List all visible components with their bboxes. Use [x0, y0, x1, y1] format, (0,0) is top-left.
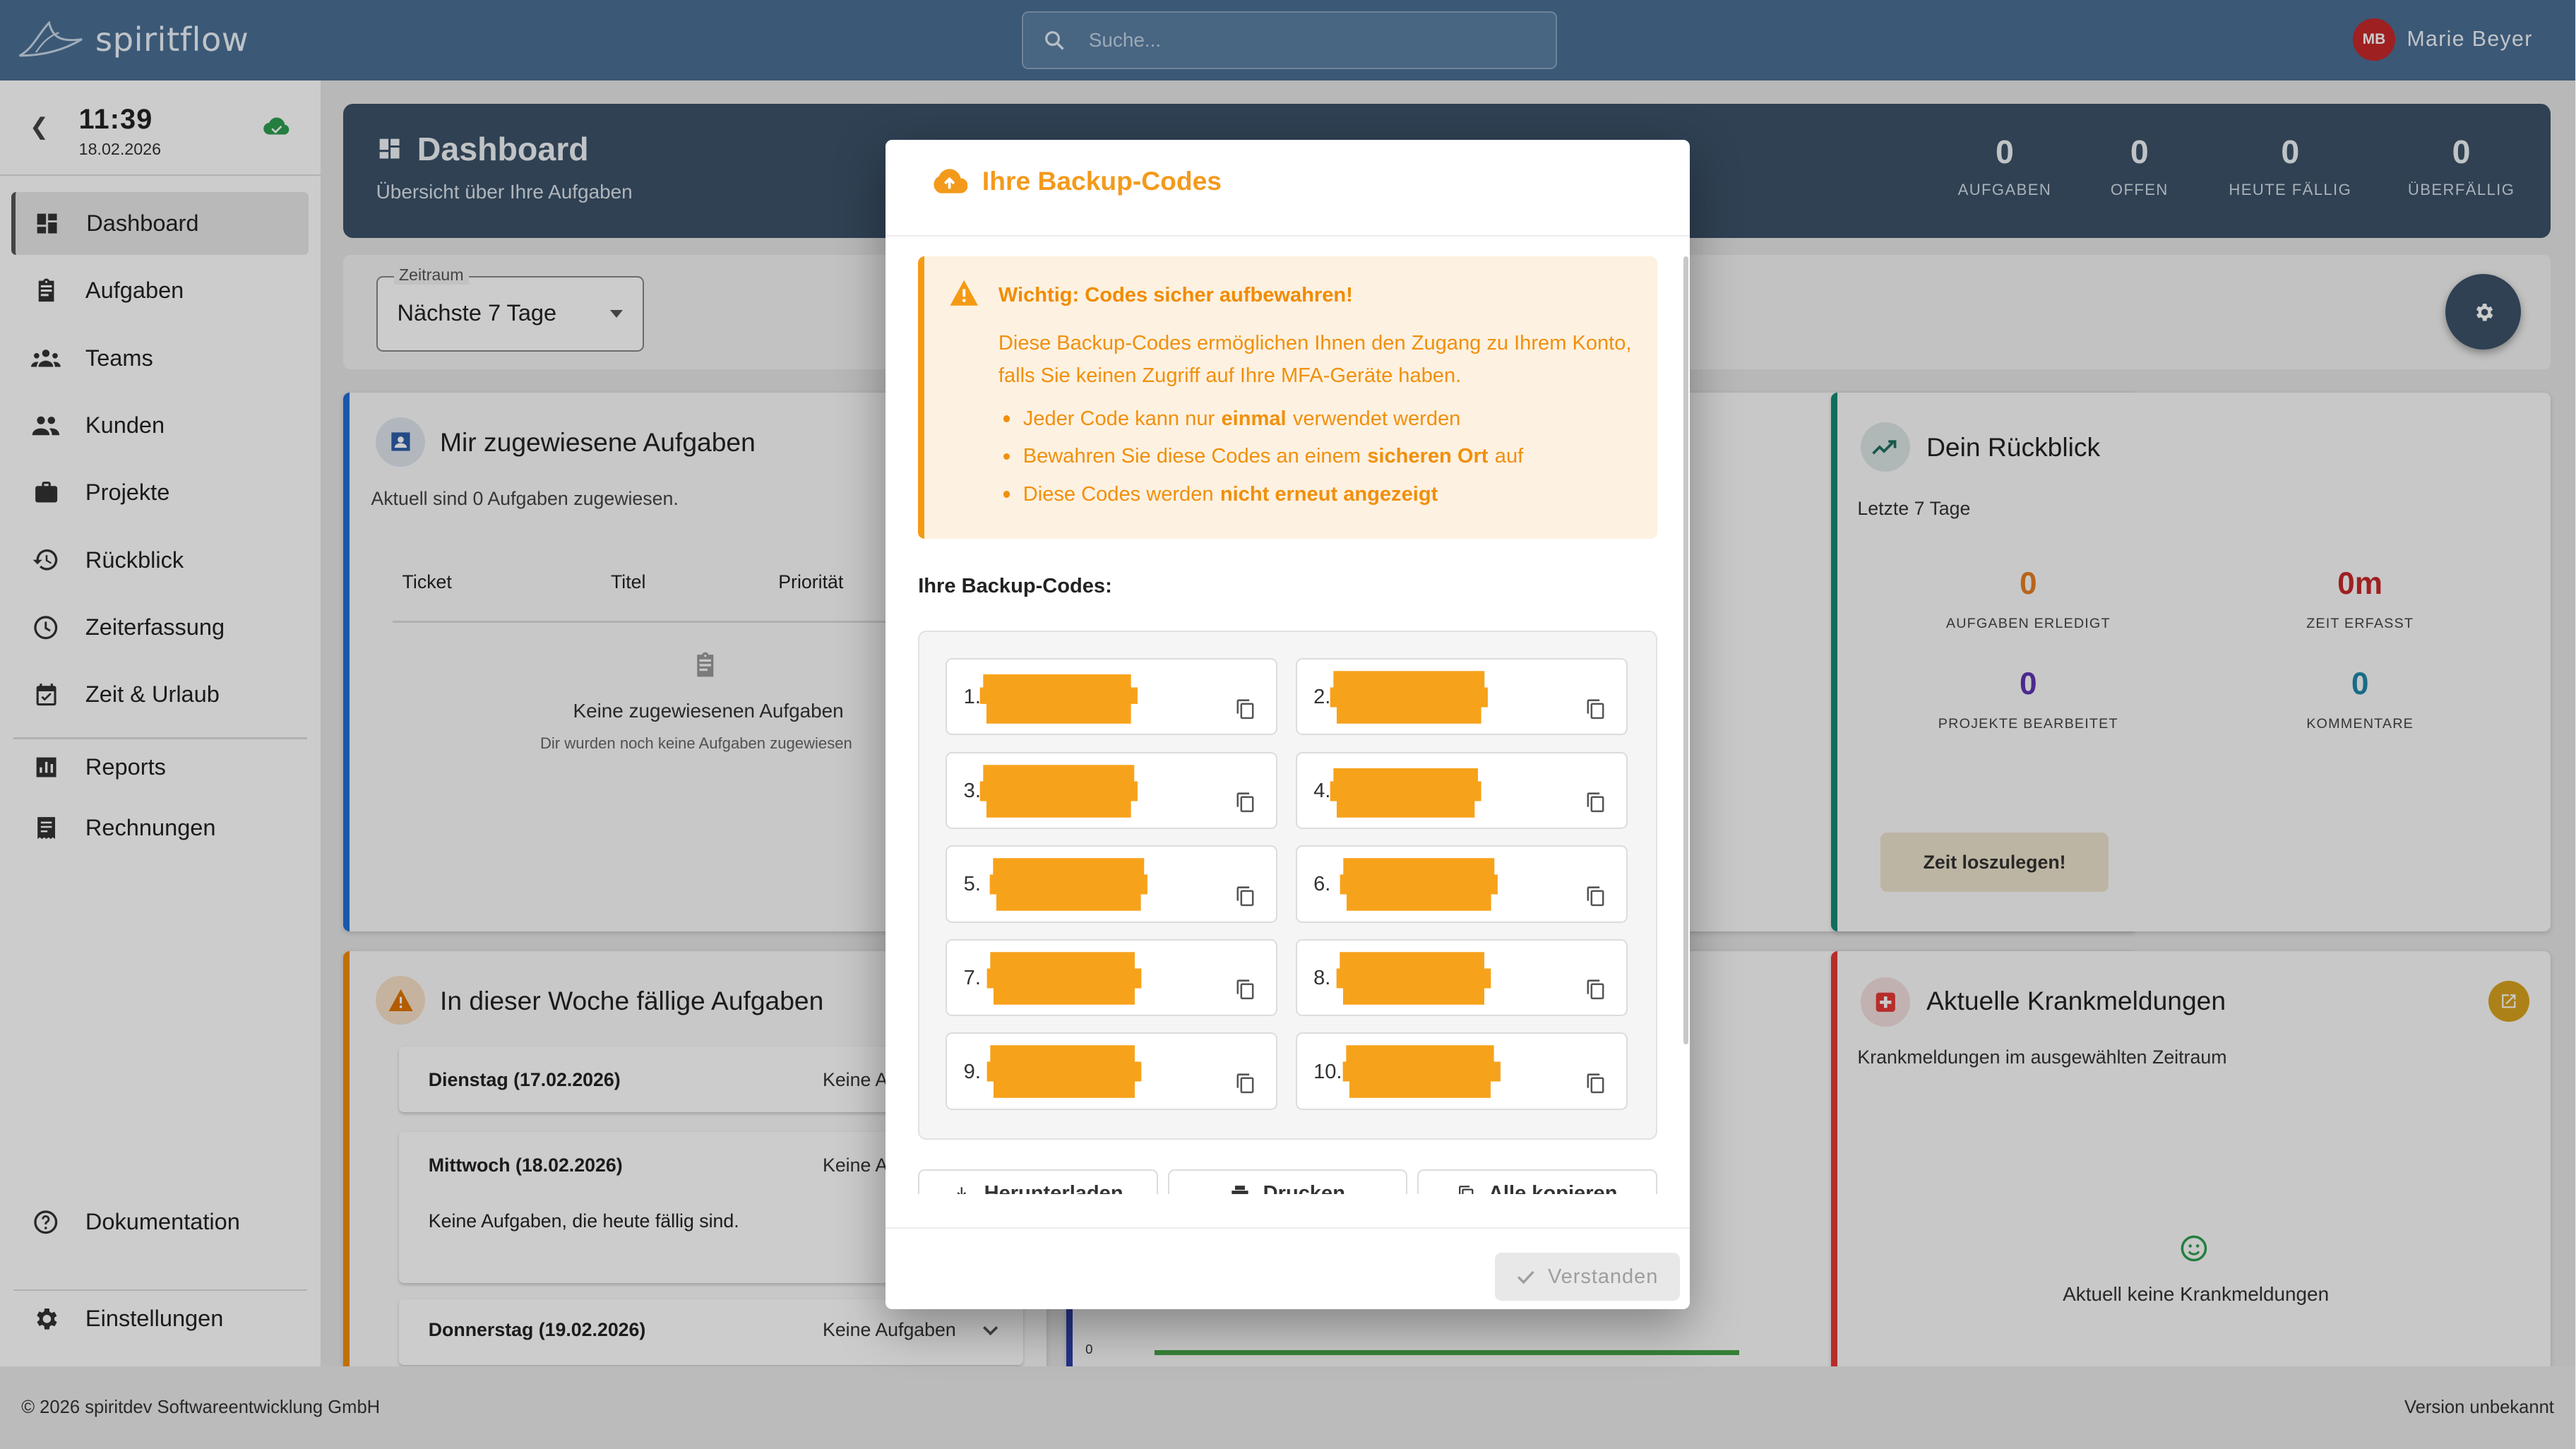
- code-index: 8.: [1313, 967, 1331, 989]
- print-label: Drucken: [1263, 1182, 1345, 1194]
- warning-bullet: Bewahren Sie diese Codes an einem sichere…: [1003, 445, 1523, 468]
- backup-code[interactable]: 3.: [946, 751, 1278, 829]
- redacted-code-scribble: [1342, 1045, 1501, 1099]
- backup-code[interactable]: 8.: [1295, 938, 1628, 1017]
- codes-grid: 1. 2. 3. 4. 5. 6. 7. 8. 9. 10.: [918, 630, 1657, 1140]
- warning-text: Diese Backup-Codes ermöglichen Ihnen den…: [998, 331, 1632, 388]
- warning-title: Wichtig: Codes sicher aufbewahren!: [998, 284, 1353, 307]
- copy-icon[interactable]: [1235, 978, 1256, 1001]
- copy-all-button[interactable]: Alle kopieren: [1417, 1169, 1657, 1194]
- bullet-dot: [1003, 415, 1010, 422]
- code-index: 7.: [963, 967, 981, 989]
- backup-codes-dialog: Ihre Backup-Codes Wichtig: Codes sicher …: [885, 139, 1690, 1309]
- confirm-button[interactable]: Verstanden: [1494, 1253, 1681, 1301]
- backup-code[interactable]: 7.: [946, 938, 1278, 1017]
- bullet-text: auf: [1494, 445, 1524, 467]
- redacted-code-scribble: [979, 674, 1138, 724]
- warning-bullet: Jeder Code kann nur einmal verwendet werde…: [1003, 407, 1460, 431]
- dialog-body: Wichtig: Codes sicher aufbewahren! Diese…: [885, 234, 1690, 1194]
- copy-all-label: Alle kopieren: [1488, 1182, 1618, 1194]
- copy-icon[interactable]: [1235, 698, 1256, 721]
- cloud-upload-icon: [934, 169, 967, 193]
- backup-code[interactable]: 4.: [1295, 751, 1628, 829]
- copy-icon[interactable]: [1585, 978, 1606, 1001]
- bullet-dot: [1003, 453, 1010, 460]
- redacted-code-scribble: [986, 952, 1141, 1005]
- code-index: 5.: [963, 873, 981, 896]
- backup-code[interactable]: 6.: [1295, 845, 1628, 923]
- dialog-scrollbar[interactable]: [1683, 256, 1689, 1044]
- warning-box: Wichtig: Codes sicher aufbewahren! Diese…: [918, 256, 1657, 539]
- bullet-text: verwendet werden: [1292, 407, 1461, 430]
- bullet-text: Bewahren Sie diese Codes an einem: [1022, 445, 1361, 467]
- bullet-dot: [1003, 491, 1010, 498]
- copy-icon[interactable]: [1585, 698, 1606, 721]
- backup-code[interactable]: 9.: [946, 1032, 1278, 1110]
- download-label: Herunterladen: [984, 1182, 1123, 1194]
- copy-icon: [1458, 1185, 1474, 1194]
- bullet-text: Diese Codes werden: [1022, 482, 1214, 506]
- copy-icon[interactable]: [1235, 791, 1256, 814]
- backup-code[interactable]: 2.: [1295, 658, 1628, 736]
- dialog-header: Ihre Backup-Codes: [931, 166, 1222, 196]
- code-index: 10.: [1313, 1060, 1342, 1083]
- copy-icon[interactable]: [1585, 791, 1606, 814]
- backup-code[interactable]: 1.: [946, 658, 1278, 736]
- redacted-code-scribble: [989, 858, 1148, 911]
- redacted-code-scribble: [986, 1045, 1141, 1099]
- code-index: 6.: [1313, 873, 1331, 896]
- codes-label: Ihre Backup-Codes:: [918, 574, 1112, 597]
- copy-icon[interactable]: [1585, 1072, 1606, 1095]
- warning-icon: [950, 280, 978, 306]
- download-button[interactable]: Herunterladen: [918, 1169, 1158, 1194]
- bullet-emphasis: sicheren Ort: [1367, 445, 1489, 467]
- copy-icon[interactable]: [1585, 885, 1606, 908]
- redacted-code-scribble: [1340, 858, 1498, 911]
- download-icon: [957, 1187, 967, 1194]
- copy-icon[interactable]: [1235, 1072, 1256, 1095]
- bullet-text: Jeder Code kann nur: [1022, 407, 1215, 430]
- warning-bullet: Diese Codes werden nicht erneut angezeigt: [1003, 483, 1445, 506]
- bullet-emphasis: einmal: [1221, 407, 1287, 430]
- redacted-code-scribble: [1336, 952, 1491, 1005]
- redacted-code-scribble: [979, 764, 1138, 818]
- redacted-code-scribble: [1330, 768, 1481, 818]
- backup-code[interactable]: 10.: [1295, 1032, 1628, 1110]
- backup-code[interactable]: 5.: [946, 845, 1278, 923]
- print-icon: [1232, 1186, 1248, 1194]
- print-button[interactable]: Drucken: [1167, 1169, 1408, 1194]
- dialog-title: Ihre Backup-Codes: [982, 165, 1222, 196]
- bullet-emphasis: nicht erneut angezeigt: [1220, 482, 1438, 506]
- check-icon: [1517, 1270, 1534, 1284]
- redacted-code-scribble: [1330, 671, 1488, 724]
- app-root: spiritflow MB Marie Beyer ❮ 11:39 18.02.…: [0, 0, 2576, 1449]
- dialog-footer: Verstanden: [885, 1227, 1690, 1309]
- code-index: 9.: [963, 1060, 981, 1083]
- confirm-label: Verstanden: [1547, 1265, 1659, 1288]
- copy-icon[interactable]: [1235, 885, 1256, 908]
